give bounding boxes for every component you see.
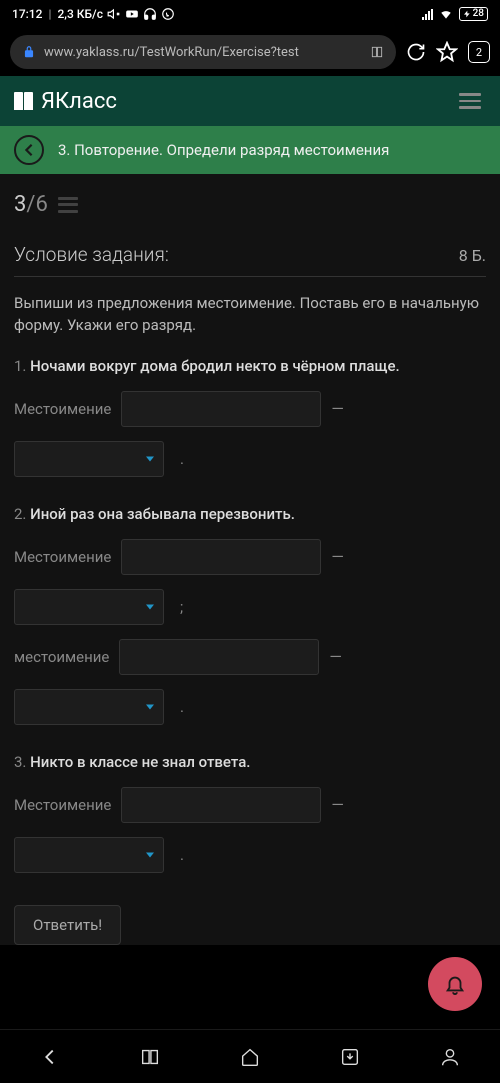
mute-icon: [107, 7, 121, 21]
headphones-icon: [143, 7, 157, 21]
pronoun-label: Местоимение: [14, 548, 111, 566]
exercise-title: 3. Повторение. Определи разряд местоимен…: [58, 141, 389, 159]
question-2: 2. Иной раз она забывала перезвонить. Ме…: [14, 505, 486, 725]
youtube-icon: [125, 7, 139, 21]
notifications-fab[interactable]: [428, 957, 482, 1011]
points-value: 8 Б.: [459, 246, 486, 265]
android-status-bar: 17:12 | 2,3 КБ/с 28: [0, 0, 500, 28]
wifi-icon: [439, 7, 453, 21]
category-select-1[interactable]: [14, 441, 164, 477]
status-time: 17:12: [12, 7, 42, 21]
nav-downloads[interactable]: [328, 1035, 372, 1079]
app-logo[interactable]: ЯКласс: [14, 89, 117, 114]
exercise-content: 3/6 Условие задания: 8 Б. Выпиши из пред…: [0, 174, 500, 945]
battery-indicator: 28: [459, 7, 488, 21]
category-select-3[interactable]: [14, 837, 164, 873]
submit-button[interactable]: Ответить!: [14, 905, 121, 945]
lock-icon: [22, 45, 36, 59]
reader-icon[interactable]: [370, 45, 384, 59]
exercise-sub-header: 3. Повторение. Определи разряд местоимен…: [0, 126, 500, 174]
condition-title: Условие задания:: [14, 243, 169, 266]
instruction-text: Выпиши из предложения местоимение. Поста…: [14, 293, 486, 337]
nav-back[interactable]: [28, 1035, 72, 1079]
tab-count[interactable]: 2: [468, 41, 490, 63]
nav-home[interactable]: [228, 1035, 272, 1079]
menu-button[interactable]: [454, 88, 486, 114]
pronoun-input-3[interactable]: [121, 787, 321, 823]
nav-reader[interactable]: [128, 1035, 172, 1079]
pronoun-label: Местоимение: [14, 400, 111, 418]
logo-books-icon: [14, 92, 33, 110]
task-list-icon[interactable]: [58, 197, 78, 213]
pronoun-label-lower: местоимение: [14, 648, 109, 666]
browser-toolbar: www.yaklass.ru/TestWorkRun/Exercise?test…: [0, 28, 500, 76]
url-text: www.yaklass.ru/TestWorkRun/Exercise?test: [44, 45, 362, 60]
signal-icon: [422, 9, 433, 20]
progress-counter: 3/6: [14, 192, 48, 217]
whatsapp-icon: [161, 7, 175, 21]
url-bar[interactable]: www.yaklass.ru/TestWorkRun/Exercise?test: [10, 35, 396, 69]
status-net-speed: 2,3 КБ/с: [57, 7, 103, 21]
back-button[interactable]: [14, 135, 44, 165]
pronoun-input-2b[interactable]: [119, 639, 319, 675]
app-header: ЯКласс: [0, 76, 500, 126]
star-icon[interactable]: [436, 41, 458, 63]
refresh-icon[interactable]: [406, 42, 426, 62]
category-select-2b[interactable]: [14, 689, 164, 725]
pronoun-input-1[interactable]: [121, 391, 321, 427]
question-1: 1. Ночами вокруг дома бродил некто в чёр…: [14, 357, 486, 477]
question-3: 3. Никто в классе не знал ответа. Местои…: [14, 753, 486, 873]
pronoun-label: Местоимение: [14, 796, 111, 814]
pronoun-input-2a[interactable]: [121, 539, 321, 575]
category-select-2a[interactable]: [14, 589, 164, 625]
nav-profile[interactable]: [428, 1035, 472, 1079]
browser-bottom-nav: [0, 1029, 500, 1083]
